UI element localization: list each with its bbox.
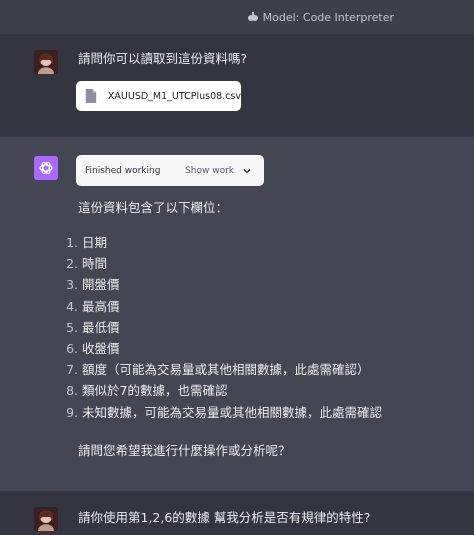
- show-work-label: Show work: [185, 165, 234, 176]
- tool-status-text: Finished working: [85, 165, 161, 176]
- list-item: 2. 時間: [66, 256, 108, 272]
- chevron-down-icon: [243, 168, 251, 173]
- list-item: 3. 開盤價: [66, 277, 120, 293]
- model-icon: [247, 12, 258, 21]
- assistant-question-text: 請問您希望我進行什麼操作或分析呢？: [78, 443, 291, 458]
- user-message-text: 請問你可以讀取到這份資料嗎?: [78, 51, 248, 66]
- user-avatar: [34, 50, 58, 74]
- list-item: 9. 未知數據，可能為交易量或其他相關數據，此處需確認: [66, 404, 383, 420]
- list-item: 6. 收盤價: [66, 340, 120, 356]
- user-message-text: 請你使用第1,2,6的數據 幫我分析是否有規律的特性?: [78, 510, 371, 525]
- list-item: 5. 最低價: [66, 319, 120, 335]
- document-icon: [85, 89, 97, 103]
- show-work-button[interactable]: Show work: [185, 166, 252, 176]
- openai-logo-icon: [39, 161, 53, 175]
- assistant-intro-text: 這份資料包含了以下欄位：: [78, 200, 229, 215]
- list-item: 8. 類似於7的數據，也需確認: [66, 383, 228, 399]
- user-avatar-image: [34, 50, 58, 74]
- list-item: 7. 額度（可能為交易量或其他相關數據，此處需確認）: [66, 362, 370, 378]
- assistant-avatar: [34, 156, 58, 180]
- file-name: XAUUSD_M1_UTCPlus08.csv: [107, 90, 241, 102]
- list-item: 1. 日期: [66, 235, 108, 250]
- user-avatar: [34, 507, 58, 531]
- model-label: Model: Code Interpreter: [262, 10, 394, 24]
- user-message-row: 請你使用第1,2,6的數據 幫我分析是否有規律的特性?: [0, 491, 474, 535]
- user-avatar-image: [34, 507, 58, 531]
- model-header: Model: Code Interpreter: [0, 0, 474, 34]
- list-item: 4. 最高價: [66, 298, 120, 314]
- tool-status-panel[interactable]: Finished working Show work: [76, 155, 264, 186]
- field-list: 1. 日期 2. 時間 3. 開盤價 4. 最高價 5. 最低價 6. 收盤價 7. 額度（可…: [62, 232, 382, 423]
- file-attachment[interactable]: XAUUSD_M1_UTCPlus08.csv: [76, 81, 241, 111]
